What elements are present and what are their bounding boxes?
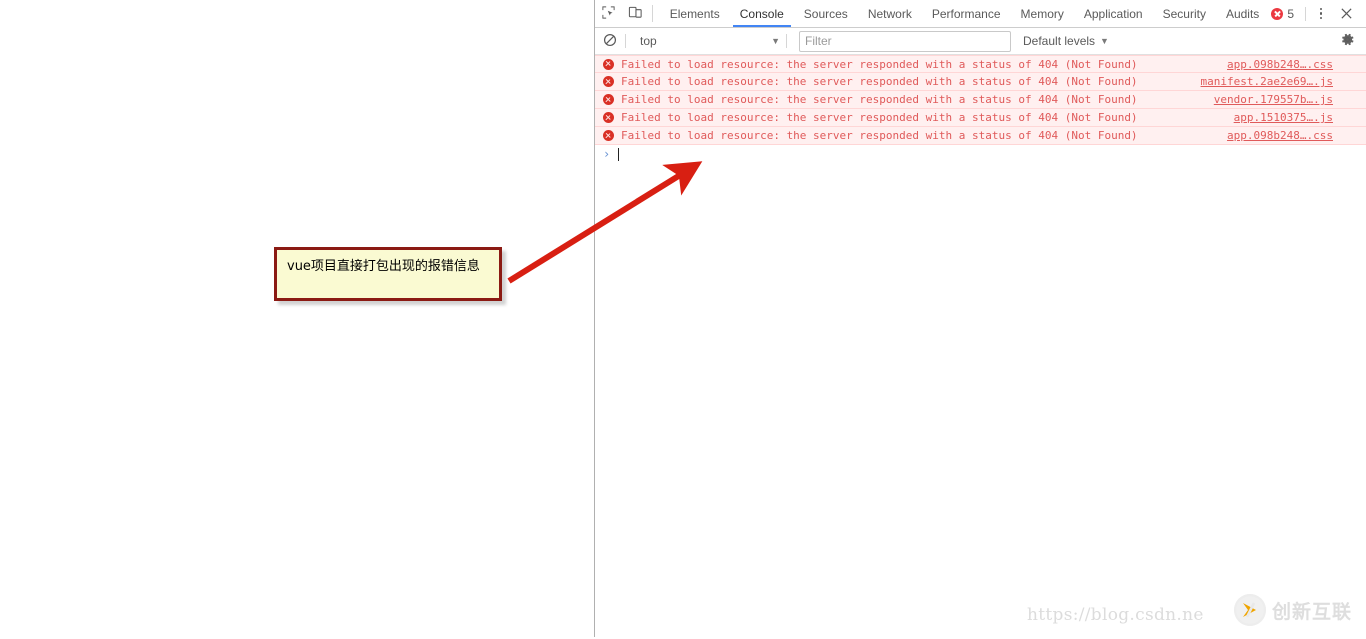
console-message-source-link[interactable]: app.098b248….css [1227,129,1333,142]
inspect-element-button[interactable] [595,0,622,27]
console-message-source-link[interactable]: vendor.179557b….js [1214,93,1333,106]
tab-performance[interactable]: Performance [922,0,1011,27]
console-prompt[interactable]: › [595,145,1366,163]
prompt-text-caret [618,147,620,161]
execution-context-value: top [640,34,657,48]
console-message-source-link[interactable]: app.098b248….css [1227,58,1333,71]
console-message-text: Failed to load resource: the server resp… [621,93,1138,106]
chevron-down-icon: ▼ [1100,35,1109,46]
error-count-label: 5 [1287,6,1294,21]
chevron-down-icon: ▼ [771,35,780,46]
tab-console[interactable]: Console [730,0,794,27]
logo-mark-icon [1234,594,1266,626]
inspect-element-icon [601,5,616,23]
settings-button[interactable] [1334,28,1360,54]
tab-application[interactable]: Application [1074,0,1153,27]
console-message-row[interactable]: Failed to load resource: the server resp… [595,91,1366,109]
console-message-source-link[interactable]: app.1510375….js [1234,111,1333,124]
console-message-row[interactable]: Failed to load resource: the server resp… [595,127,1366,145]
error-icon [603,58,614,70]
devtools-tabstrip: Elements Console Sources Network Perform… [595,0,1366,28]
logo-brand-text: 创新互联 [1272,600,1353,623]
filter-input[interactable] [799,30,1011,52]
tab-console-label: Console [739,6,784,21]
console-message-row[interactable]: Failed to load resource: the server resp… [595,109,1366,127]
filterbar-divider-2 [786,34,787,48]
tab-elements-label: Elements [669,6,720,21]
console-message-list[interactable]: Failed to load resource: the server resp… [595,55,1366,639]
console-message-text: Failed to load resource: the server resp… [621,111,1138,124]
tabstrip-divider [1305,6,1306,21]
tab-security[interactable]: Security [1153,0,1216,27]
tab-network[interactable]: Network [858,0,922,27]
annotation-callout: vue项目直接打包出现的报错信息 [274,247,502,301]
error-icon [603,76,614,87]
log-levels-value: Default levels [1023,34,1096,48]
gear-icon [1340,32,1355,50]
tab-sources[interactable]: Sources [794,0,858,27]
tabstrip-right-actions: 5 [1269,0,1366,27]
tab-application-label: Application [1083,6,1143,21]
devtools-panel: Elements Console Sources Network Perform… [595,0,1366,639]
error-circle-icon [1271,7,1284,20]
error-icon [603,94,614,105]
annotation-text: vue项目直接打包出现的报错信息 [287,259,480,274]
web-page-viewport[interactable] [0,0,594,637]
console-message-row[interactable]: Failed to load resource: the server resp… [595,55,1366,73]
console-filter-bar: top ▼ Default levels ▼ [595,28,1366,55]
tab-elements[interactable]: Elements [660,0,730,27]
execution-context-select[interactable]: top ▼ [632,31,784,51]
toolbar-divider [651,5,653,22]
device-toolbar-button[interactable] [622,0,649,27]
prompt-chevron-icon: › [603,147,611,161]
vertical-dots-icon[interactable] [1310,0,1332,27]
error-count-badge[interactable]: 5 [1269,7,1301,21]
tab-performance-label: Performance [931,6,1001,21]
tab-audits[interactable]: Audits [1216,0,1269,27]
watermark-logo: 创新互联 [1234,592,1360,628]
console-message-text: Failed to load resource: the server resp… [621,57,1138,71]
console-message-source-link[interactable]: manifest.2ae2e69….js [1201,75,1333,88]
console-message-text: Failed to load resource: the server resp… [621,129,1138,142]
log-levels-select[interactable]: Default levels ▼ [1023,34,1109,48]
watermark-url: https://blog.csdn.ne [1027,605,1204,625]
clear-console-icon [603,33,617,50]
filterbar-divider-1 [625,34,626,48]
device-toolbar-icon [628,5,643,23]
close-icon[interactable] [1332,0,1360,27]
error-icon [603,130,614,141]
console-message-row[interactable]: Failed to load resource: the server resp… [595,73,1366,91]
tab-audits-label: Audits [1225,6,1260,21]
tab-memory[interactable]: Memory [1011,0,1074,27]
clear-console-button[interactable] [597,28,623,54]
tab-network-label: Network [867,6,912,21]
tab-sources-label: Sources [803,6,848,21]
devtools-tab-list: Elements Console Sources Network Perform… [660,0,1270,27]
tab-memory-label: Memory [1020,6,1064,21]
tab-security-label: Security [1162,6,1206,21]
error-icon [603,112,614,123]
console-message-text: Failed to load resource: the server resp… [621,75,1138,88]
